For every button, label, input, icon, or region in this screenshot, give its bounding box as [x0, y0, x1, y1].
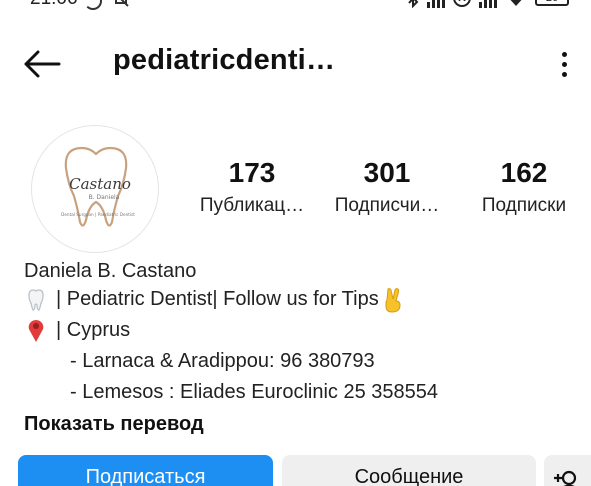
location-pin-icon [24, 319, 48, 343]
stat-followers[interactable]: 301 Подписчи… [322, 155, 452, 221]
add-person-icon [554, 470, 577, 486]
stat-label: Подписчи… [334, 195, 440, 216]
bio-line: - Lemesos : Eliades Euroclinic 25 358554 [70, 381, 438, 403]
battery-icon: 26 [535, 0, 569, 6]
follow-button-label: Подписаться [85, 466, 206, 486]
profile-name: Daniela B. Castano [24, 260, 197, 282]
message-button-label: Сообщение [354, 466, 464, 486]
muted-bell-icon [115, 0, 129, 7]
bio-line: | Cyprus [24, 315, 584, 346]
tooth-icon [24, 288, 48, 311]
stat-value: 162 [500, 157, 548, 188]
status-icons: R 26 [407, 0, 569, 8]
follow-button[interactable]: Подписаться [18, 455, 273, 486]
stat-value: 301 [363, 157, 411, 188]
bio-text: | Pediatric Dentist| Follow us for Tips [56, 288, 379, 310]
show-translation-link[interactable]: Показать перевод [24, 409, 584, 440]
moon-icon [84, 0, 102, 10]
wifi-icon [510, 0, 522, 6]
victory-hand-icon [381, 287, 405, 313]
more-options-button[interactable] [550, 46, 578, 82]
stat-value: 173 [228, 157, 276, 188]
more-vertical-icon [561, 51, 567, 57]
page-title: pediatricdenti… [113, 44, 336, 76]
stat-label: Публикац… [199, 195, 305, 216]
roaming-icon: R [453, 0, 471, 7]
message-button[interactable]: Сообщение [282, 455, 536, 486]
status-time: 21:06 [30, 0, 78, 10]
clinic-logo: Castano B. Daniela Dental Surgeon | Paed… [61, 146, 135, 227]
bio-line: | Pediatric Dentist| Follow us for Tips [24, 284, 584, 315]
profile-bio: Daniela B. Castano | Pediatric Dentist| … [24, 258, 584, 440]
signal-icon [479, 0, 497, 8]
logo-subtext: B. Daniela [89, 194, 120, 201]
bio-text: | Cyprus [56, 319, 131, 341]
back-arrow-icon [24, 50, 61, 78]
bluetooth-icon [408, 0, 419, 8]
logo-text: Castano [69, 175, 131, 193]
stat-label: Подписки [481, 195, 567, 216]
stat-posts[interactable]: 173 Публикац… [187, 155, 317, 221]
back-button[interactable] [22, 46, 62, 82]
signal-icon [427, 0, 445, 8]
bio-line: - Larnaca & Aradippou: 96 380793 [70, 350, 375, 372]
avatar[interactable]: Castano B. Daniela Dental Surgeon | Paed… [31, 125, 159, 253]
status-bar: 21:06 R 26 [0, 0, 591, 14]
add-person-button[interactable] [544, 455, 591, 486]
stat-following[interactable]: 162 Подписки [459, 155, 589, 221]
logo-tagline: Dental Surgeon | Paediatric Dentist [61, 212, 135, 217]
battery-level: 26 [546, 0, 558, 4]
